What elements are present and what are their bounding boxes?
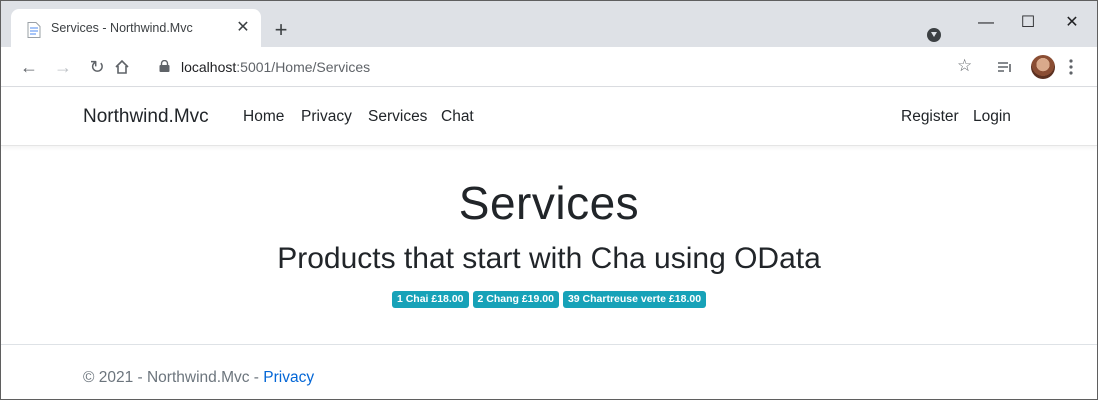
nav-privacy[interactable]: Privacy <box>301 108 352 126</box>
site-navbar: Northwind.Mvc Home Privacy Services Chat… <box>1 88 1097 146</box>
page-icon <box>27 22 41 38</box>
brand-link[interactable]: Northwind.Mvc <box>83 106 209 128</box>
nav-services[interactable]: Services <box>368 108 427 126</box>
page-title: Services <box>458 177 640 229</box>
lock-icon <box>159 60 170 72</box>
tab-services[interactable]: Services - Northwind.Mvc ✕ <box>11 9 261 47</box>
close-window-button[interactable]: ✕ <box>1049 9 1095 37</box>
avatar[interactable] <box>1031 55 1055 79</box>
site-footer: © 2021 - Northwind.Mvc - Privacy <box>1 344 1097 399</box>
new-tab-button[interactable]: + <box>269 19 293 43</box>
footer-text: © 2021 - Northwind.Mvc - Privacy <box>83 369 314 387</box>
reading-list-icon[interactable] <box>997 61 1013 73</box>
back-icon[interactable]: ← <box>17 55 41 79</box>
minimize-button[interactable]: — <box>963 9 1009 37</box>
product-badge: 1 Chai £18.00 <box>391 291 469 308</box>
forward-icon[interactable]: → <box>51 55 75 79</box>
footer-privacy-link[interactable]: Privacy <box>263 369 314 386</box>
url-path: :5001/Home/Services <box>236 59 371 75</box>
star-icon[interactable]: ☆ <box>957 56 972 76</box>
browser-toolbar: ← → ↻ localhost:5001/Home/Services ☆ <box>1 47 1097 87</box>
web-page: Northwind.Mvc Home Privacy Services Chat… <box>1 88 1097 399</box>
address-bar[interactable]: localhost:5001/Home/Services ☆ <box>143 52 991 82</box>
nav-home[interactable]: Home <box>243 108 284 126</box>
home-icon[interactable] <box>114 59 130 75</box>
close-tab-icon[interactable]: ✕ <box>233 18 253 38</box>
browser-window: Services - Northwind.Mvc ✕ + — ☐ ✕ ← → ↻… <box>0 0 1098 400</box>
maximize-button[interactable]: ☐ <box>1005 9 1051 37</box>
url-text: localhost:5001/Home/Services <box>181 59 370 75</box>
nav-register[interactable]: Register <box>901 108 959 126</box>
product-badges: 1 Chai £18.00 2 Chang £19.00 39 Chartreu… <box>1 291 1097 308</box>
tab-strip: Services - Northwind.Mvc ✕ + — ☐ ✕ <box>1 1 1097 47</box>
main-content: Services Products that start with Cha us… <box>1 146 1097 344</box>
menu-icon[interactable] <box>1069 59 1073 75</box>
nav-login[interactable]: Login <box>973 108 1011 126</box>
url-host: localhost <box>181 59 237 75</box>
tab-search-icon[interactable] <box>927 28 941 42</box>
product-badge: 39 Chartreuse verte £18.00 <box>562 291 707 308</box>
reload-icon[interactable]: ↻ <box>85 55 109 79</box>
copyright-text: © 2021 - Northwind.Mvc - <box>83 369 264 386</box>
product-badge: 2 Chang £19.00 <box>472 291 559 308</box>
nav-chat[interactable]: Chat <box>441 108 474 126</box>
page-subtitle: Products that start with Cha using OData <box>277 242 821 275</box>
tab-title: Services - Northwind.Mvc <box>51 21 193 35</box>
